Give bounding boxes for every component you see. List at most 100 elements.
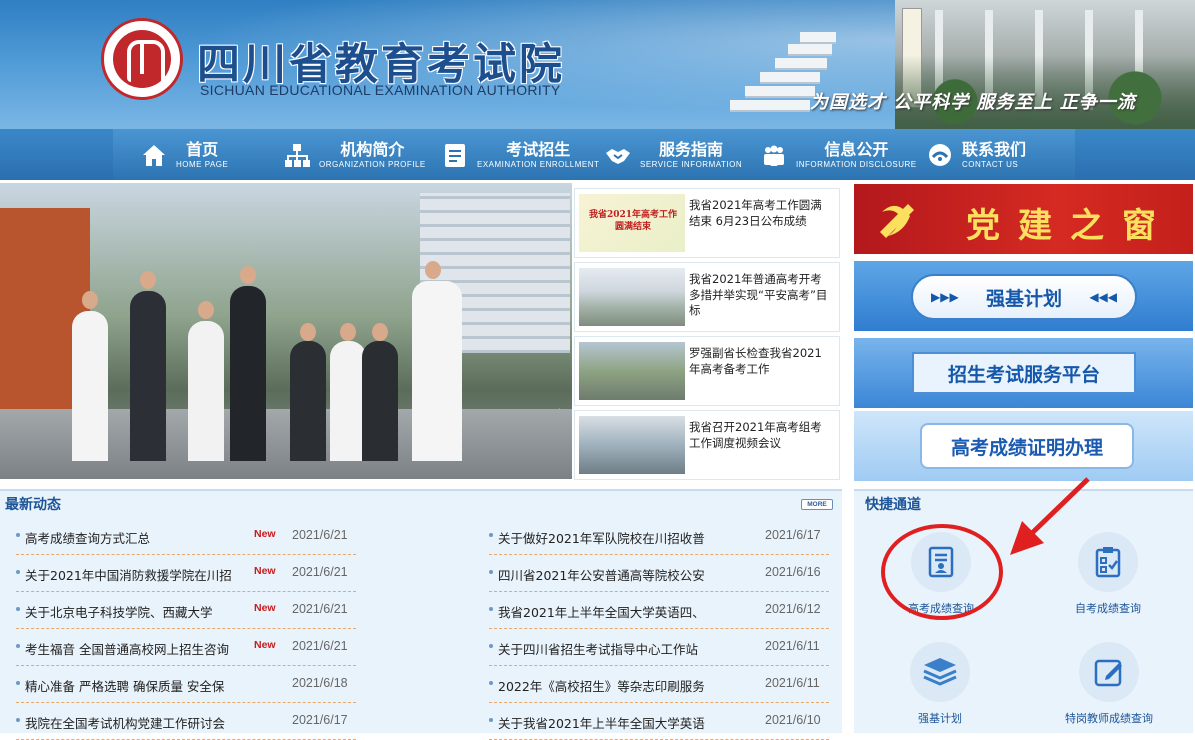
featured-thumb [579,416,685,474]
qiangji-banner-title: 强基计划 [985,287,1062,310]
arrows-right-icon: ▶▶▶ [931,290,959,304]
featured-item[interactable]: 我省2021年普通高考开考 多措并举实现“平安高考”目标 [574,262,840,332]
site-logo[interactable] [101,18,183,100]
nav-enrollment[interactable]: 考试招生 EXAMINATION ENROLLMENT [441,138,599,172]
featured-thumb: 我省2021年高考工作圆满结束 [579,194,685,252]
nav-label-en: CONTACT US [962,159,1019,169]
news-row[interactable]: 关于2021年中国消防救援学院在川招 New 2021/6/21 [16,555,356,592]
news-date: 2021/6/12 [765,602,821,616]
new-badge: New [254,565,276,577]
featured-caption: 罗强副省长检查我省2021年高考备考工作 [689,346,822,376]
new-badge: New [254,602,276,614]
news-row[interactable]: 关于四川省招生考试指导中心工作站 2021/6/11 [489,629,829,666]
news-date: 2021/6/18 [292,676,348,690]
news-list-right: 关于做好2021年军队院校在川招收普 2021/6/17 四川省2021年公安普通… [489,518,829,740]
featured-thumb [579,342,685,400]
header-slogan: 为国选才 公平科学 服务至上 正争一流 [810,92,1136,113]
handshake-icon [606,149,630,164]
site-header: 四川省教育考试院 SICHUAN EDUCATIONAL EXAMINATION… [0,0,1195,133]
news-row[interactable]: 关于我省2021年上半年全国大学英语 2021/6/10 [489,703,829,740]
nav-label-en: ORGANIZATION PROFILE [319,159,426,169]
news-row[interactable]: 精心准备 严格选聘 确保质量 安全保 2021/6/18 [16,666,356,703]
nav-contact[interactable]: 联系我们 CONTACT US [926,138,1026,172]
party-building-banner[interactable]: 党建之窗 [854,184,1193,254]
nav-home[interactable]: 首页 HOME PAGE [140,138,228,172]
document-icon [445,144,465,167]
news-date: 2021/6/10 [765,713,821,727]
featured-item[interactable]: 我省召开2021年高考组考工作调度视频会议 [574,410,840,480]
news-date: 2021/6/11 [765,639,820,653]
quick-label: 强基计划 [918,712,962,725]
nav-label: 信息公开 [824,139,889,159]
nav-label: 考试招生 [506,139,571,159]
people-icon [764,145,784,166]
news-title: 四川省2021年公安普通高等院校公安 [498,568,705,583]
news-title: 关于四川省招生考试指导中心工作站 [498,642,699,657]
nav-service[interactable]: 服务指南 SERVICE INFORMATION [604,138,742,172]
news-date: 2021/6/11 [765,676,820,690]
highlight-circle [881,524,1003,620]
party-banner-title: 党建之窗 [966,206,1174,246]
featured-item[interactable]: 罗强副省长检查我省2021年高考备考工作 [574,336,840,406]
featured-news-list: 我省2021年高考工作圆满结束 我省2021年高考工作圆满结束 6月23日公布成… [574,183,842,480]
nav-label: 联系我们 [962,139,1027,159]
qiangji-banner[interactable]: ▶▶▶ 强基计划 ◀◀◀ [854,261,1193,331]
news-title: 2022年《高校招生》等杂志印刷服务 [498,679,705,694]
news-title: 关于做好2021年军队院校在川招收普 [498,531,705,546]
news-date: 2021/6/17 [292,713,348,727]
latest-news-title: 最新动态 [5,497,61,513]
quick-label: 自考成绩查询 [1075,602,1141,615]
news-row[interactable]: 考生福音 全国普通高校网上招生咨询 New 2021/6/21 [16,629,356,666]
news-title: 关于2021年中国消防救援学院在川招 [25,568,232,583]
news-row[interactable]: 我省2021年上半年全国大学英语四、 2021/6/12 [489,592,829,629]
featured-slider-photo[interactable] [0,183,572,479]
score-certificate-banner[interactable]: 高考成绩证明办理 [854,411,1193,481]
platform-banner-title: 招生考试服务平台 [912,352,1136,394]
news-row[interactable]: 关于做好2021年军队院校在川招收普 2021/6/17 [489,518,829,555]
main-nav: 首页 HOME PAGE 机构简介 ORGANIZATION PROFILE 考试招… [0,129,1195,180]
news-title: 我省2021年上半年全国大学英语四、 [498,605,705,620]
nav-disclosure[interactable]: 信息公开 INFORMATION DISCLOSURE [760,138,917,172]
arrows-left-icon: ◀◀◀ [1089,290,1117,304]
news-date: 2021/6/21 [292,602,348,616]
certificate-banner-title: 高考成绩证明办理 [920,423,1134,469]
more-button[interactable]: MORE [801,499,833,510]
layers-icon [923,658,957,686]
featured-item[interactable]: 我省2021年高考工作圆满结束 我省2021年高考工作圆满结束 6月23日公布成… [574,188,840,258]
news-date: 2021/6/21 [292,528,348,542]
featured-caption: 我省召开2021年高考组考工作调度视频会议 [689,420,822,450]
nav-label: 首页 [186,139,219,159]
site-subtitle: SICHUAN EDUCATIONAL EXAMINATION AUTHORIT… [200,82,561,98]
nav-label-en: HOME PAGE [176,159,229,169]
news-title: 精心准备 严格选聘 确保质量 安全保 [25,679,225,694]
news-title: 我院在全国考试机构党建工作研讨会 [25,716,226,731]
nav-label: 机构简介 [340,139,405,159]
nav-organization[interactable]: 机构简介 ORGANIZATION PROFILE [283,138,426,172]
news-row[interactable]: 高考成绩查询方式汇总 New 2021/6/21 [16,518,356,555]
exam-platform-banner[interactable]: 招生考试服务平台 [854,338,1193,408]
featured-caption: 我省2021年普通高考开考 多措并举实现“平安高考”目标 [689,272,828,318]
news-row[interactable]: 四川省2021年公安普通高等院校公安 2021/6/16 [489,555,829,592]
contact-icon [929,144,951,166]
quick-teacher-score[interactable]: 特岗教师成绩查询 [1048,642,1168,732]
nav-label: 服务指南 [659,139,724,159]
edit-icon [1094,659,1122,687]
news-title: 关于北京电子科技学院、西藏大学 [25,605,213,620]
news-list-left: 高考成绩查询方式汇总 New 2021/6/21 关于2021年中国消防救援学院在川… [16,518,356,740]
news-title: 高考成绩查询方式汇总 [25,531,151,546]
quick-label: 特岗教师成绩查询 [1065,712,1153,725]
org-chart-icon [285,144,310,167]
featured-thumb [579,268,685,326]
quick-access-title: 快捷通道 [865,497,921,513]
news-row[interactable]: 关于北京电子科技学院、西藏大学 New 2021/6/21 [16,592,356,629]
pointer-arrow-icon [1010,477,1090,555]
news-date: 2021/6/21 [292,565,348,579]
news-row[interactable]: 我院在全国考试机构党建工作研讨会 2021/6/17 [16,703,356,740]
news-date: 2021/6/16 [765,565,821,579]
nav-label-en: EXAMINATION ENROLLMENT [477,159,600,169]
quick-qiangji[interactable]: 强基计划 [879,642,999,732]
party-emblem-icon [880,204,914,238]
news-row[interactable]: 2022年《高校招生》等杂志印刷服务 2021/6/11 [489,666,829,703]
news-title: 关于我省2021年上半年全国大学英语 [498,716,705,731]
news-date: 2021/6/17 [765,528,821,542]
